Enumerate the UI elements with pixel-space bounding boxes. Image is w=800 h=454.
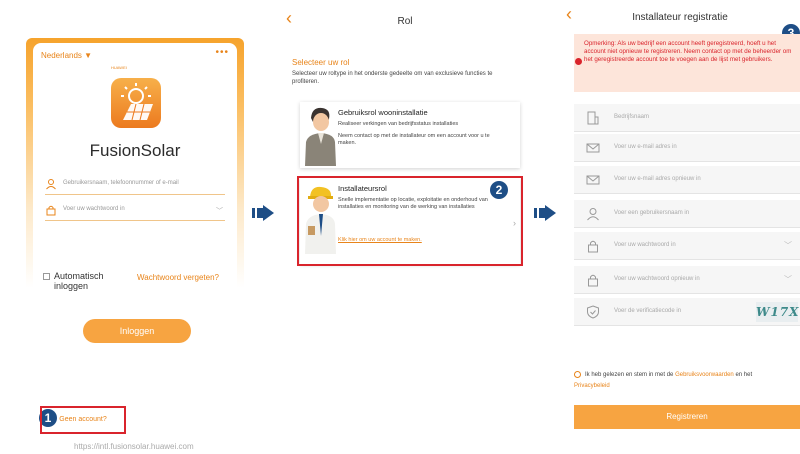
company-icon xyxy=(587,111,599,125)
eye-toggle-icon[interactable]: ﹀ xyxy=(216,206,223,216)
role-screen: ‹ Rol Selecteer uw rol Selecteer uw rolt… xyxy=(280,0,530,454)
role-card-title: Gebruiksrol wooninstallatie xyxy=(338,108,428,117)
username-field[interactable]: Voer een gebruikersnaam in xyxy=(574,200,800,228)
fusionsolar-logo-icon xyxy=(111,78,161,128)
password-field[interactable]: Voer uw wachtwoord in ﹀ xyxy=(574,232,800,260)
role-description: Selecteer uw roltype in het onderste ged… xyxy=(292,71,493,85)
field-placeholder: Voer uw e-mail adres opnieuw in xyxy=(614,176,701,182)
register-button[interactable]: Registreren xyxy=(574,405,800,429)
select-role-label: Selecteer uw rol xyxy=(292,58,350,67)
lock-icon xyxy=(46,205,56,216)
password-field[interactable]: Voer uw wachtwoord in ﹀ xyxy=(45,203,225,221)
language-selector[interactable]: Nederlands ▼ xyxy=(41,51,92,60)
verification-code-field[interactable]: Voer de verificatiecode in W17X xyxy=(574,298,800,326)
lock-icon xyxy=(588,240,598,253)
guide-screenshot: Nederlands ▼ ••• HUAWEI FusionSolar Gebr… xyxy=(0,0,800,454)
arrow-right-icon xyxy=(534,205,556,221)
lock-confirm-icon xyxy=(588,274,598,287)
field-placeholder: Voer uw wachtwoord in xyxy=(614,242,676,248)
user-icon xyxy=(46,179,56,190)
captcha-image[interactable]: W17X xyxy=(756,302,799,322)
field-placeholder: Voer uw e-mail adres in xyxy=(614,144,677,150)
password-confirm-field[interactable]: Voer uw wachtwoord opnieuw in ﹀ xyxy=(574,266,800,294)
agree-text-mid: en het xyxy=(735,372,753,378)
login-button[interactable]: Inloggen xyxy=(83,319,191,343)
registration-notice: Opmerking: Als uw bedrijf een account he… xyxy=(574,34,800,92)
eye-toggle-icon[interactable]: ﹀ xyxy=(784,240,792,251)
auto-login-label: Automatisch inloggen xyxy=(54,271,104,291)
step-badge-2: 2 xyxy=(490,181,508,199)
url-caption: https://intl.fusionsolar.huawei.com xyxy=(74,442,194,451)
role-card-owner[interactable]: Gebruiksrol wooninstallatie Realiseer ve… xyxy=(300,102,520,168)
no-account-link[interactable]: Geen account? xyxy=(40,406,126,434)
field-placeholder: Bedrijfsnaam xyxy=(614,114,650,120)
field-placeholder: Voer een gebruikersnaam in xyxy=(614,210,690,216)
owner-person-icon xyxy=(305,107,336,166)
terms-agreement: Ik heb gelezen en stem in met de Gebruik… xyxy=(574,370,800,392)
app-title: FusionSolar xyxy=(89,141,181,160)
email-confirm-icon xyxy=(586,175,600,185)
more-menu-icon[interactable]: ••• xyxy=(215,47,229,58)
field-placeholder: Voer uw wachtwoord opnieuw in xyxy=(614,276,700,282)
warning-dot-icon xyxy=(575,58,582,65)
role-card-line: Realiseer verkingen van bedrijfsstatus i… xyxy=(338,121,459,127)
password-placeholder: Voer uw wachtwoord in xyxy=(63,206,125,212)
role-card-line: Neem contact op met de installateur om e… xyxy=(338,133,490,146)
page-title: Rol xyxy=(397,16,413,27)
field-placeholder: Voer de verificatiecode in xyxy=(614,308,682,314)
email-field[interactable]: Voer uw e-mail adres in xyxy=(574,134,800,162)
email-icon xyxy=(586,143,600,153)
notice-text: Opmerking: Als uw bedrijf een account he… xyxy=(584,40,792,63)
username-placeholder: Gebruikersnaam, telefoonnummer of e-mail xyxy=(63,180,179,186)
agree-text: Ik heb gelezen en stem in met de xyxy=(585,372,674,378)
agree-radio[interactable] xyxy=(574,370,581,378)
arrow-right-icon xyxy=(252,205,274,221)
terms-link[interactable]: Gebruiksvoorwaarden xyxy=(675,372,734,378)
privacy-link[interactable]: Privacybeleid xyxy=(574,383,610,389)
username-field[interactable]: Gebruikersnaam, telefoonnummer of e-mail xyxy=(45,177,225,195)
login-card: Nederlands ▼ ••• HUAWEI FusionSolar Gebr… xyxy=(33,43,237,435)
user-icon xyxy=(587,208,599,221)
email-confirm-field[interactable]: Voer uw e-mail adres opnieuw in xyxy=(574,166,800,194)
auto-login-checkbox[interactable] xyxy=(43,273,50,280)
company-name-field[interactable]: Bedrijfsnaam xyxy=(574,104,800,132)
forgot-password-link[interactable]: Wachtwoord vergeten? xyxy=(137,273,219,282)
login-screen: Nederlands ▼ ••• HUAWEI FusionSolar Gebr… xyxy=(26,38,244,438)
page-title: Installateur registratie xyxy=(632,12,728,23)
shield-icon xyxy=(587,305,599,319)
huawei-brand: HUAWEI xyxy=(111,65,127,70)
registration-screen: ‹ Installateur registratie 3 Opmerking: … xyxy=(560,0,800,454)
eye-toggle-icon[interactable]: ﹀ xyxy=(784,274,792,285)
